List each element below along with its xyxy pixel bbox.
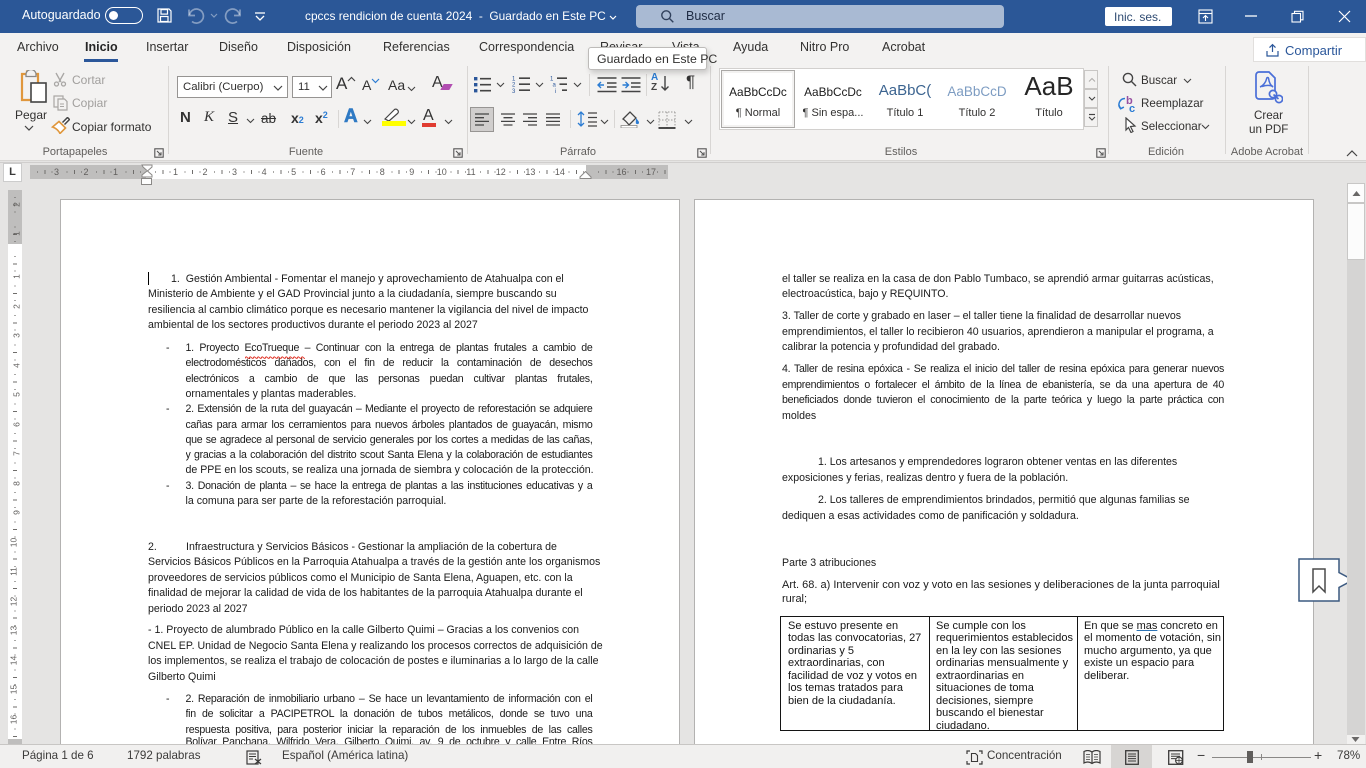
svg-text:c: c	[1129, 103, 1135, 113]
svg-text:a: a	[553, 83, 557, 89]
svg-text:3: 3	[512, 89, 516, 95]
svg-text:i: i	[555, 89, 556, 95]
svg-text:2: 2	[512, 83, 516, 89]
